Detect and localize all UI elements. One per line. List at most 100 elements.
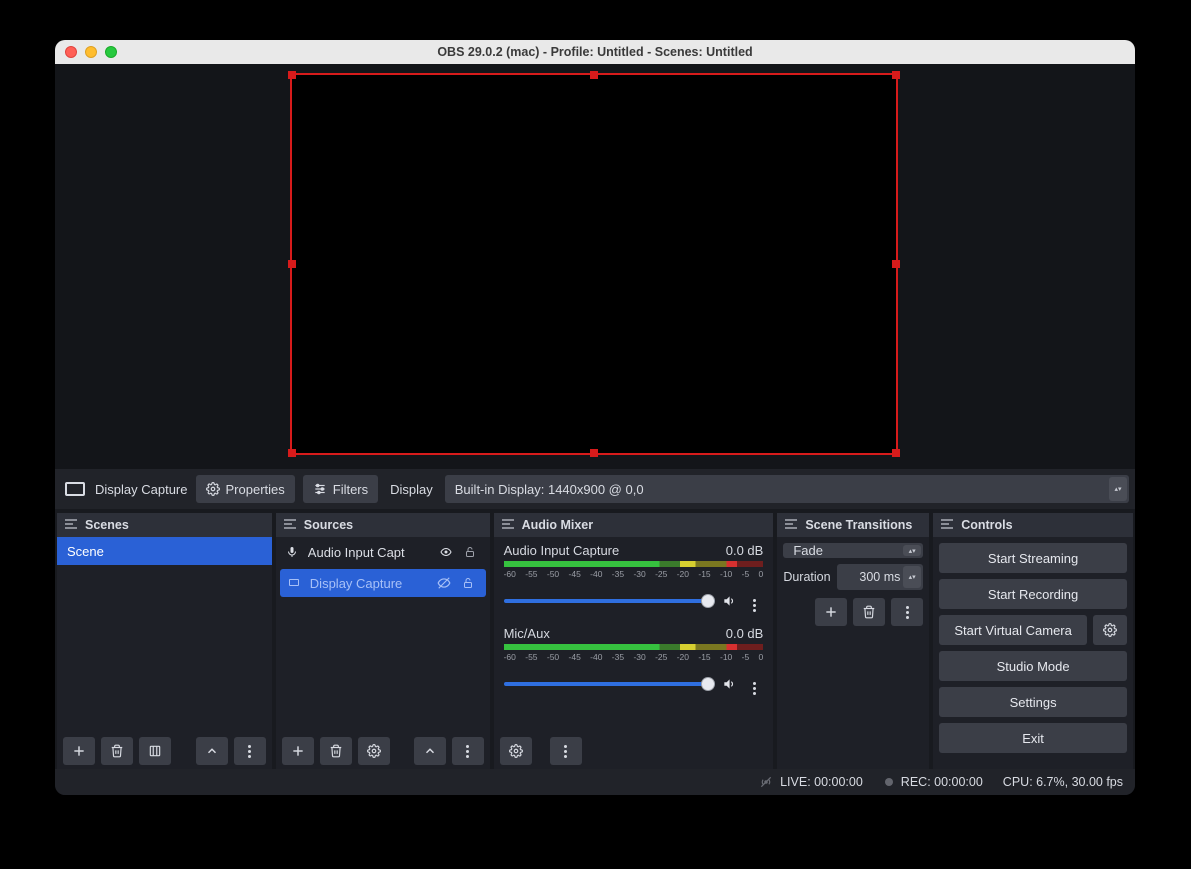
transitions-title: Scene Transitions <box>805 518 912 532</box>
virtual-camera-settings-button[interactable] <box>1093 615 1127 645</box>
minimize-window-button[interactable] <box>85 46 97 58</box>
transition-select[interactable]: Fade ▴▾ <box>783 543 923 558</box>
add-scene-button[interactable] <box>63 737 95 765</box>
status-cpu: CPU: 6.7%, 30.00 fps <box>1003 775 1123 789</box>
mixer-menu-button[interactable] <box>550 737 582 765</box>
source-item-label: Display Capture <box>310 576 428 591</box>
channel-db: 0.0 dB <box>726 543 764 558</box>
channel-menu-button[interactable] <box>745 672 763 695</box>
sliders-icon <box>313 482 327 496</box>
slider-thumb[interactable] <box>701 594 715 608</box>
mixer-header[interactable]: Audio Mixer <box>494 513 774 537</box>
transition-menu-button[interactable] <box>891 598 923 626</box>
display-icon <box>286 577 302 589</box>
exit-button[interactable]: Exit <box>939 723 1127 753</box>
source-properties-button[interactable] <box>358 737 390 765</box>
scenes-list[interactable]: Scene <box>57 537 272 733</box>
controls-dock: Controls Start Streaming Start Recording… <box>933 513 1133 769</box>
duration-label: Duration <box>783 570 830 584</box>
lock-toggle[interactable] <box>464 545 482 559</box>
scene-filters-button[interactable] <box>139 737 171 765</box>
scene-item[interactable]: Scene <box>57 537 272 565</box>
selected-source-label: Display Capture <box>95 482 188 497</box>
remove-scene-button[interactable] <box>101 737 133 765</box>
visibility-toggle[interactable] <box>436 576 454 590</box>
chevron-updown-icon: ▴▾ <box>903 566 921 588</box>
channel-name: Mic/Aux <box>504 626 550 641</box>
close-window-button[interactable] <box>65 46 77 58</box>
scenes-title: Scenes <box>85 518 129 532</box>
start-recording-button[interactable]: Start Recording <box>939 579 1127 609</box>
source-menu-button[interactable] <box>452 737 484 765</box>
source-item-selected[interactable]: Display Capture <box>280 569 486 597</box>
resize-handle-sw[interactable] <box>288 449 296 457</box>
filters-button[interactable]: Filters <box>303 475 378 503</box>
source-item[interactable]: Audio Input Capt <box>276 537 490 567</box>
start-streaming-button[interactable]: Start Streaming <box>939 543 1127 573</box>
channel-name: Audio Input Capture <box>504 543 620 558</box>
kebab-icon <box>564 745 567 758</box>
channel-menu-button[interactable] <box>745 589 763 612</box>
gear-icon <box>206 482 220 496</box>
display-field-label: Display <box>386 482 437 497</box>
gear-icon <box>1103 623 1117 637</box>
mute-toggle[interactable] <box>721 594 739 608</box>
maximize-window-button[interactable] <box>105 46 117 58</box>
start-virtual-camera-button[interactable]: Start Virtual Camera <box>939 615 1087 645</box>
remove-source-button[interactable] <box>320 737 352 765</box>
title-bar: OBS 29.0.2 (mac) - Profile: Untitled - S… <box>55 40 1135 64</box>
lock-toggle[interactable] <box>462 576 480 590</box>
stack-icon <box>148 744 162 758</box>
kebab-icon <box>753 682 756 695</box>
volume-slider[interactable] <box>504 599 716 603</box>
stream-icon <box>758 775 774 789</box>
resize-handle-n[interactable] <box>590 71 598 79</box>
kebab-icon <box>906 606 909 619</box>
remove-transition-button[interactable] <box>853 598 885 626</box>
mixer-channel: Mic/Aux 0.0 dB -60-55-50-45-40-35-30-25-… <box>494 620 774 697</box>
sources-header[interactable]: Sources <box>276 513 490 537</box>
window-title: OBS 29.0.2 (mac) - Profile: Untitled - S… <box>55 45 1135 59</box>
preview-area[interactable] <box>55 64 1135 469</box>
resize-handle-s[interactable] <box>590 449 598 457</box>
transitions-dock: Scene Transitions Fade ▴▾ Duration 300 m… <box>777 513 929 769</box>
kebab-icon <box>248 745 251 758</box>
scenes-header[interactable]: Scenes <box>57 513 272 537</box>
add-transition-button[interactable] <box>815 598 847 626</box>
dock-grip-icon <box>284 519 296 531</box>
sources-dock: Sources Audio Input Capt Display Capture <box>276 513 490 769</box>
volume-slider[interactable] <box>504 682 716 686</box>
resize-handle-e[interactable] <box>892 260 900 268</box>
mute-toggle[interactable] <box>721 677 739 691</box>
status-bar: LIVE: 00:00:00 REC: 00:00:00 CPU: 6.7%, … <box>55 769 1135 795</box>
scene-menu-button[interactable] <box>234 737 266 765</box>
move-scene-up-button[interactable] <box>196 737 228 765</box>
resize-handle-ne[interactable] <box>892 71 900 79</box>
plus-icon <box>72 744 86 758</box>
sources-list[interactable]: Audio Input Capt Display Capture <box>276 537 490 733</box>
display-select[interactable]: Built-in Display: 1440x900 @ 0,0 ▴▾ <box>445 475 1129 503</box>
properties-button[interactable]: Properties <box>196 475 295 503</box>
duration-input[interactable]: 300 ms ▴▾ <box>837 564 924 590</box>
dock-grip-icon <box>785 519 797 531</box>
preview-selection[interactable] <box>292 75 896 453</box>
resize-handle-w[interactable] <box>288 260 296 268</box>
trash-icon <box>110 744 124 758</box>
mixer-settings-button[interactable] <box>500 737 532 765</box>
controls-header[interactable]: Controls <box>933 513 1133 537</box>
slider-thumb[interactable] <box>701 677 715 691</box>
studio-mode-button[interactable]: Studio Mode <box>939 651 1127 681</box>
visibility-toggle[interactable] <box>438 546 456 558</box>
settings-button[interactable]: Settings <box>939 687 1127 717</box>
resize-handle-nw[interactable] <box>288 71 296 79</box>
resize-handle-se[interactable] <box>892 449 900 457</box>
kebab-icon <box>753 599 756 612</box>
transition-select-value: Fade <box>793 543 823 558</box>
app-window: OBS 29.0.2 (mac) - Profile: Untitled - S… <box>55 40 1135 795</box>
plus-icon <box>291 744 305 758</box>
transitions-header[interactable]: Scene Transitions <box>777 513 929 537</box>
chevron-up-icon <box>423 744 437 758</box>
chevron-updown-icon: ▴▾ <box>903 545 921 556</box>
add-source-button[interactable] <box>282 737 314 765</box>
move-source-up-button[interactable] <box>414 737 446 765</box>
